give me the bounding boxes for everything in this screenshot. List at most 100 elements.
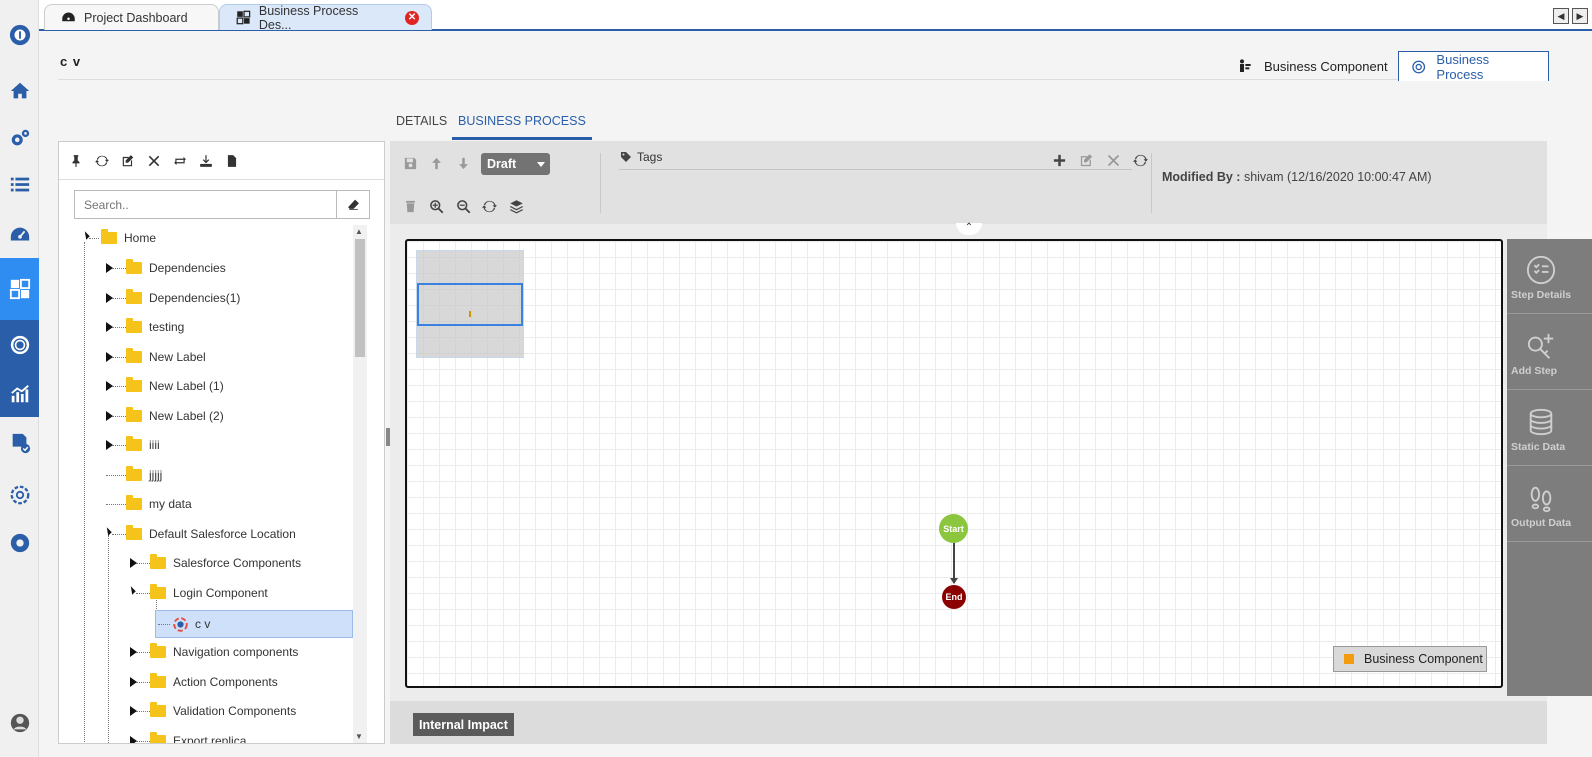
folder-icon — [126, 525, 142, 540]
business-component-button[interactable]: Business Component — [1226, 51, 1400, 81]
layers-icon[interactable] — [507, 197, 525, 215]
tree-item[interactable]: New Label (1) — [104, 375, 224, 397]
support-lifebuoy-icon[interactable] — [0, 320, 39, 370]
pin-icon[interactable] — [67, 152, 85, 170]
tree-item[interactable]: Default Salesforce Location — [103, 523, 296, 545]
app-logo-icon[interactable] — [0, 12, 39, 58]
canvas-minimap[interactable] — [416, 250, 524, 358]
scrollbar-thumb[interactable] — [355, 239, 365, 357]
tree-item-home[interactable]: Home — [79, 227, 156, 249]
tree-item[interactable]: Validation Components — [128, 700, 296, 722]
business-process-icon[interactable] — [0, 258, 39, 320]
dashboard-gauge-icon[interactable] — [0, 212, 39, 258]
tab-project-dashboard[interactable]: Project Dashboard — [44, 4, 219, 30]
repeat-icon[interactable] — [171, 152, 189, 170]
legend-business-component: Business Component — [1333, 646, 1487, 672]
home-icon[interactable] — [0, 68, 39, 114]
business-process-button[interactable]: Business Process — [1398, 51, 1549, 82]
step-details-button[interactable]: Step Details — [1507, 239, 1592, 314]
eraser-icon[interactable] — [336, 191, 369, 218]
folder-icon — [150, 673, 166, 688]
tags-label: Tags — [637, 150, 663, 164]
arrow-down-icon[interactable] — [454, 154, 472, 172]
tree-item[interactable]: iiii — [104, 434, 160, 456]
arrow-up-icon[interactable] — [427, 154, 445, 172]
static-data-button[interactable]: Static Data — [1507, 391, 1592, 466]
list-icon[interactable] — [0, 162, 39, 208]
settings-cog-outline-icon[interactable] — [0, 472, 39, 518]
gears-icon[interactable] — [0, 115, 39, 161]
internal-impact-button[interactable]: Internal Impact — [413, 713, 514, 736]
edit-icon[interactable] — [119, 152, 137, 170]
tree-item[interactable]: Navigation components — [128, 641, 298, 663]
status-select[interactable]: Draft — [481, 153, 550, 175]
modified-value: shivam (12/16/2020 10:00:47 AM) — [1243, 170, 1432, 184]
start-node[interactable]: Start — [939, 514, 968, 543]
file-icon[interactable] — [223, 152, 241, 170]
expand-toggle-icon[interactable] — [127, 586, 136, 595]
modified-label: Modified By : — [1162, 170, 1241, 184]
tree-item-label: iiii — [149, 438, 160, 452]
settings-cog-icon[interactable] — [0, 520, 39, 566]
delete-x-icon[interactable] — [145, 152, 163, 170]
scroll-down-icon[interactable]: ▼ — [355, 732, 363, 741]
zoom-in-icon[interactable] — [427, 197, 445, 215]
tree-item-label: testing — [149, 320, 185, 334]
scroll-left-icon[interactable]: ◀ — [1553, 8, 1569, 24]
tree-toolbar — [59, 142, 384, 180]
refresh-icon[interactable] — [480, 197, 498, 215]
save-icon[interactable] — [401, 154, 419, 172]
folder-icon — [150, 643, 166, 658]
refresh-tags-icon[interactable] — [1131, 151, 1149, 169]
refresh-icon[interactable] — [93, 152, 111, 170]
tree-item-label: Dependencies(1) — [149, 291, 241, 305]
tree-item[interactable]: my data — [104, 493, 192, 515]
close-tab-icon[interactable]: ✕ — [405, 10, 419, 25]
search-input[interactable] — [75, 191, 336, 218]
tags-field: Tags — [620, 150, 662, 164]
minimap-viewport[interactable] — [417, 283, 523, 326]
remove-tag-icon[interactable] — [1104, 151, 1122, 169]
download-icon[interactable] — [197, 152, 215, 170]
modified-info: Modified By : shivam (12/16/2020 10:00:4… — [1162, 170, 1432, 184]
zoom-out-icon[interactable] — [454, 197, 472, 215]
tree-item[interactable]: testing — [104, 316, 184, 338]
legend-label: Business Component — [1364, 652, 1483, 666]
tab-business-process-designer[interactable]: Business Process Des... ✕ — [219, 4, 432, 32]
tab-business-process[interactable]: BUSINESS PROCESS — [452, 114, 592, 140]
tab-scroll-arrows: ◀ ▶ — [1553, 8, 1588, 24]
scroll-right-icon[interactable]: ▶ — [1572, 8, 1588, 24]
trash-icon[interactable] — [401, 197, 419, 215]
user-avatar-icon[interactable] — [0, 700, 39, 746]
edit-tag-icon[interactable] — [1077, 151, 1095, 169]
expand-toggle-icon[interactable] — [103, 527, 112, 536]
tree-item[interactable]: Dependencies — [104, 257, 226, 279]
tree-item[interactable]: Dependencies(1) — [104, 287, 240, 309]
tree-item[interactable]: Salesforce Components — [128, 552, 301, 574]
process-canvas[interactable]: Start End Business Component — [405, 239, 1503, 688]
tree-item[interactable]: New Label — [104, 346, 206, 368]
add-tag-icon[interactable] — [1050, 151, 1068, 169]
toolbar-divider — [600, 153, 601, 213]
report-check-icon[interactable] — [0, 420, 39, 466]
tree-item[interactable]: jjjjj — [104, 464, 162, 486]
tab-details[interactable]: DETAILS — [396, 114, 447, 136]
tree-item-selected[interactable]: c v — [155, 610, 353, 638]
tree-item-label: jjjjj — [149, 468, 163, 482]
tree-scrollbar[interactable]: ▲ ▼ — [353, 225, 367, 743]
output-data-button[interactable]: Output Data — [1507, 467, 1592, 542]
folder-icon — [126, 348, 142, 363]
analytics-chart-icon[interactable] — [0, 370, 39, 417]
scroll-up-icon[interactable]: ▲ — [355, 227, 363, 236]
add-step-button[interactable]: Add Step — [1507, 315, 1592, 390]
collapse-toolbar-chevron-icon[interactable]: ⌃ — [956, 223, 982, 235]
footprints-icon — [1530, 486, 1552, 513]
tree-item[interactable]: New Label (2) — [104, 405, 224, 427]
process-edge[interactable] — [953, 543, 955, 583]
tree-item[interactable]: Export replica — [128, 730, 246, 743]
tree-item[interactable]: Action Components — [128, 671, 278, 693]
tree-item-label: c v — [195, 617, 211, 631]
end-node[interactable]: End — [942, 585, 966, 609]
step-details-label: Step Details — [1511, 289, 1572, 301]
tree-item[interactable]: Login Component — [127, 582, 268, 604]
